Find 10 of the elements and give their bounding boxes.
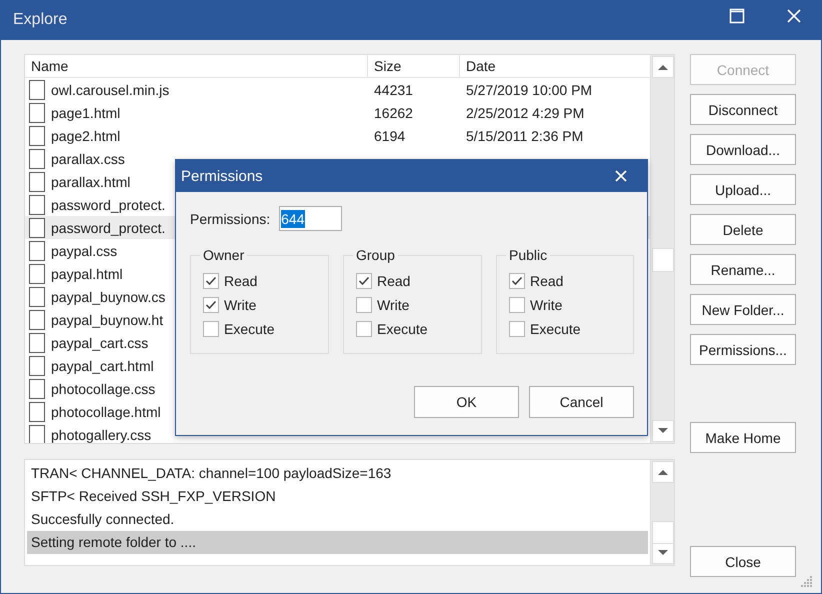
field-label: Permissions:	[190, 210, 270, 226]
file-date: 5/27/2019 10:00 PM	[466, 82, 592, 98]
file-date: 5/15/2011 2:36 PM	[466, 128, 584, 144]
field-value: 644	[281, 210, 304, 228]
file-size: 16262	[374, 104, 413, 120]
file-date: 2/25/2012 4:29 PM	[466, 104, 584, 120]
file-size: 44231	[374, 82, 413, 98]
file-size: 6194	[374, 128, 406, 144]
window-title: Explore	[13, 11, 68, 29]
dialog-title: Permissions	[181, 168, 263, 184]
